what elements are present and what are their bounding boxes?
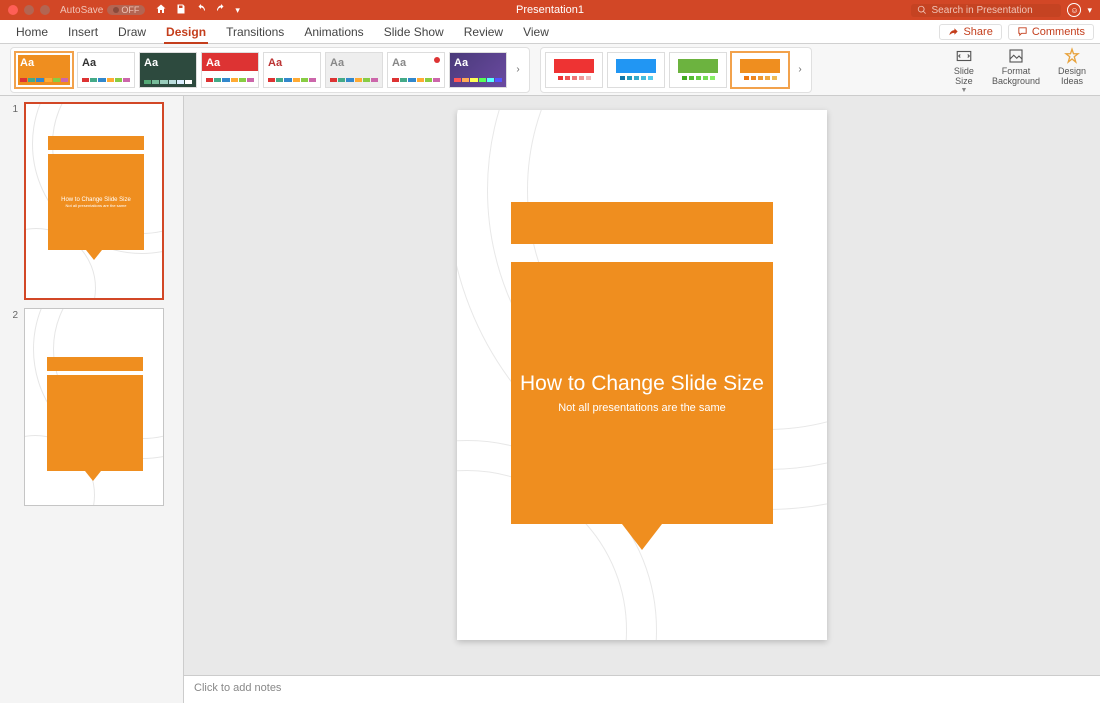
tab-insert[interactable]: Insert — [58, 20, 108, 43]
slide-size-label: Slide Size — [954, 67, 974, 87]
slide-subtitle-text[interactable]: Not all presentations are the same — [558, 402, 726, 414]
document-title: Presentation1 — [516, 4, 584, 16]
quick-access-toolbar: ▾ — [155, 3, 240, 18]
theme-option-8[interactable]: Aa — [449, 52, 507, 88]
variants-more-button[interactable]: › — [793, 64, 807, 75]
chevron-down-icon: ▼ — [960, 87, 967, 95]
close-window-button[interactable] — [8, 5, 18, 15]
redo-icon[interactable] — [215, 3, 227, 18]
slide-editor-area: How to Change Slide Size Not all present… — [184, 96, 1100, 703]
variant-orange[interactable] — [731, 52, 789, 88]
qat-more-icon[interactable]: ▾ — [235, 5, 240, 16]
theme-option-1[interactable]: Aa — [15, 52, 73, 88]
tab-animations[interactable]: Animations — [294, 20, 373, 43]
autosave-label: AutoSave — [60, 5, 103, 16]
tab-review[interactable]: Review — [454, 20, 513, 43]
theme-option-4[interactable]: Aa — [201, 52, 259, 88]
search-icon — [917, 5, 927, 15]
design-ribbon: Aa Aa Aa Aa Aa Aa Aa Aa — [0, 44, 1100, 96]
window-controls — [0, 5, 50, 15]
notes-placeholder: Click to add notes — [194, 682, 281, 694]
variant-green[interactable] — [669, 52, 727, 88]
format-background-label: Format Background — [992, 67, 1040, 87]
share-label: Share — [963, 26, 992, 38]
slide-size-button[interactable]: Slide Size ▼ — [950, 45, 978, 96]
title-bar: AutoSave OFF ▾ Presentation1 ☺ ▾ — [0, 0, 1100, 20]
notes-pane[interactable]: Click to add notes — [184, 675, 1100, 703]
theme-option-2[interactable]: Aa — [77, 52, 135, 88]
tab-draw[interactable]: Draw — [108, 20, 156, 43]
tab-design[interactable]: Design — [156, 20, 216, 43]
design-ideas-icon — [1062, 47, 1082, 65]
theme-option-5[interactable]: Aa — [263, 52, 321, 88]
themes-more-button[interactable]: › — [511, 64, 525, 75]
theme-option-6[interactable]: Aa — [325, 52, 383, 88]
format-background-button[interactable]: Format Background — [988, 45, 1044, 89]
thumb1-subtitle: Not all presentations are the same — [66, 203, 127, 208]
home-icon[interactable] — [155, 3, 167, 18]
comments-button[interactable]: Comments — [1008, 24, 1094, 40]
autosave-toggle[interactable]: OFF — [107, 5, 145, 15]
account-dropdown-icon[interactable]: ▾ — [1087, 5, 1092, 16]
slide-size-icon — [954, 47, 974, 65]
slide-number-1: 1 — [10, 102, 18, 115]
variants-gallery: › — [540, 47, 812, 93]
format-background-icon — [1006, 47, 1026, 65]
theme-option-3[interactable]: Aa — [139, 52, 197, 88]
slide-title-text[interactable]: How to Change Slide Size — [520, 372, 764, 396]
themes-gallery: Aa Aa Aa Aa Aa Aa Aa Aa — [10, 47, 530, 93]
minimize-window-button[interactable] — [24, 5, 34, 15]
tab-home[interactable]: Home — [6, 20, 58, 43]
variant-red[interactable] — [545, 52, 603, 88]
share-button[interactable]: Share — [939, 24, 1001, 40]
tab-view[interactable]: View — [513, 20, 559, 43]
design-ideas-button[interactable]: Design Ideas — [1054, 45, 1090, 89]
slide-canvas[interactable]: How to Change Slide Size Not all present… — [457, 110, 827, 640]
content-box-shape[interactable]: How to Change Slide Size Not all present… — [511, 262, 773, 524]
search-box[interactable] — [911, 4, 1061, 17]
share-icon — [948, 26, 959, 37]
slide-thumbnail-2[interactable] — [24, 308, 164, 506]
slide-number-2: 2 — [10, 308, 18, 321]
zoom-window-button[interactable] — [40, 5, 50, 15]
theme-option-7[interactable]: Aa — [387, 52, 445, 88]
feedback-icon[interactable]: ☺ — [1067, 3, 1081, 17]
design-ideas-label: Design Ideas — [1058, 67, 1086, 87]
tab-slide-show[interactable]: Slide Show — [374, 20, 454, 43]
canvas-viewport[interactable]: How to Change Slide Size Not all present… — [184, 96, 1100, 675]
ribbon-tabs: Home Insert Draw Design Transitions Anim… — [0, 20, 1100, 44]
title-bar-shape[interactable] — [511, 202, 773, 244]
workspace: 1 How to Change Slide Size Not all prese… — [0, 96, 1100, 703]
comments-label: Comments — [1032, 26, 1085, 38]
undo-icon[interactable] — [195, 3, 207, 18]
slide-thumbnail-1[interactable]: How to Change Slide Size Not all present… — [24, 102, 164, 300]
tab-transitions[interactable]: Transitions — [216, 20, 294, 43]
variant-blue[interactable] — [607, 52, 665, 88]
comment-icon — [1017, 26, 1028, 37]
save-icon[interactable] — [175, 3, 187, 18]
slide-thumbnail-panel: 1 How to Change Slide Size Not all prese… — [0, 96, 184, 703]
autosave-indicator[interactable]: AutoSave OFF — [60, 5, 145, 16]
search-input[interactable] — [931, 5, 1051, 16]
